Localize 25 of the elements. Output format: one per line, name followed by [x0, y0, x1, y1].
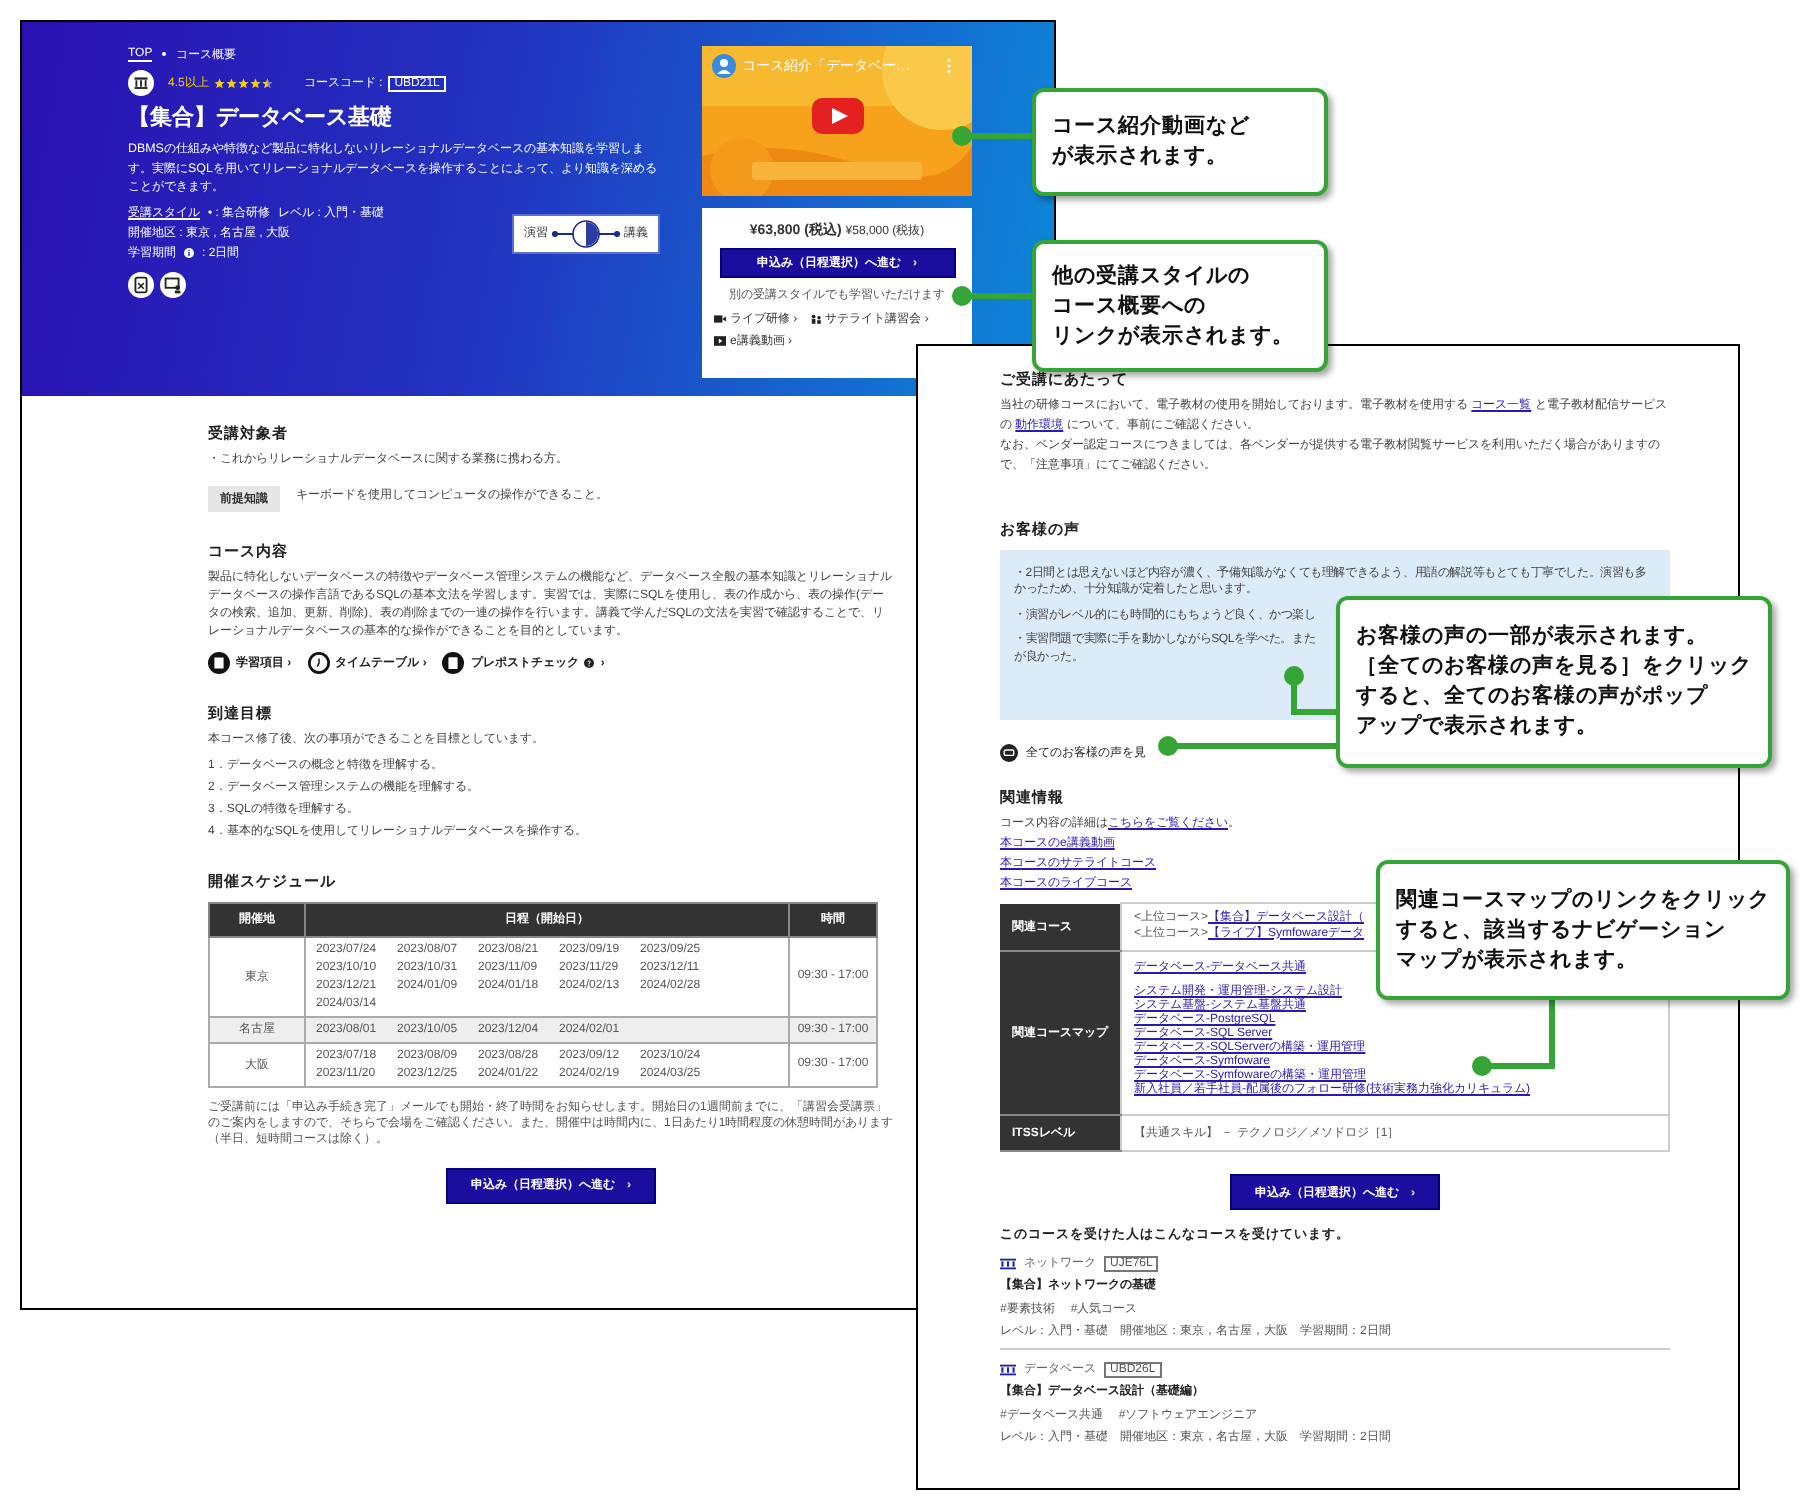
- course-title: 【集合】データベース基礎: [128, 103, 394, 132]
- callout-note: コース紹介動画など が表示されます。: [1032, 88, 1328, 196]
- leader-line: [952, 286, 1032, 306]
- leader-line: [1472, 1000, 1555, 1076]
- callout-note: 関連コースマップのリンクをクリック すると、該当するナビゲーション マップが表示されます。: [1376, 860, 1790, 1000]
- info-icon[interactable]: [184, 248, 194, 258]
- classroom-icon: [128, 70, 154, 96]
- clipboard-icon: [442, 652, 465, 675]
- speech-bubble-icon: [1000, 744, 1018, 762]
- video-camera-icon: [714, 314, 726, 324]
- callout-note: お客様の声の一部が表示されます。 ［全てのお客様の声を見る］をクリック すると、全てのお客様の声がポップ アップで表示されます。: [1336, 596, 1772, 768]
- help-icon[interactable]: [584, 658, 595, 669]
- leader-line: [1284, 666, 1336, 715]
- screen-play-icon: [714, 336, 726, 346]
- monitor-person-icon: [160, 271, 186, 297]
- classroom-icon: [1000, 1363, 1016, 1375]
- people-icon: [809, 314, 822, 324]
- play-button[interactable]: [812, 98, 864, 134]
- clock-icon: [307, 652, 330, 675]
- list-icon: [208, 652, 230, 675]
- classroom-icon: [1000, 1257, 1016, 1269]
- leader-line: [952, 126, 1032, 146]
- callout-note: 他の受講スタイルの コース概要への リンクが表示されます。: [1032, 240, 1328, 372]
- avatar-icon: [712, 54, 736, 78]
- certificate-icon: [128, 271, 154, 297]
